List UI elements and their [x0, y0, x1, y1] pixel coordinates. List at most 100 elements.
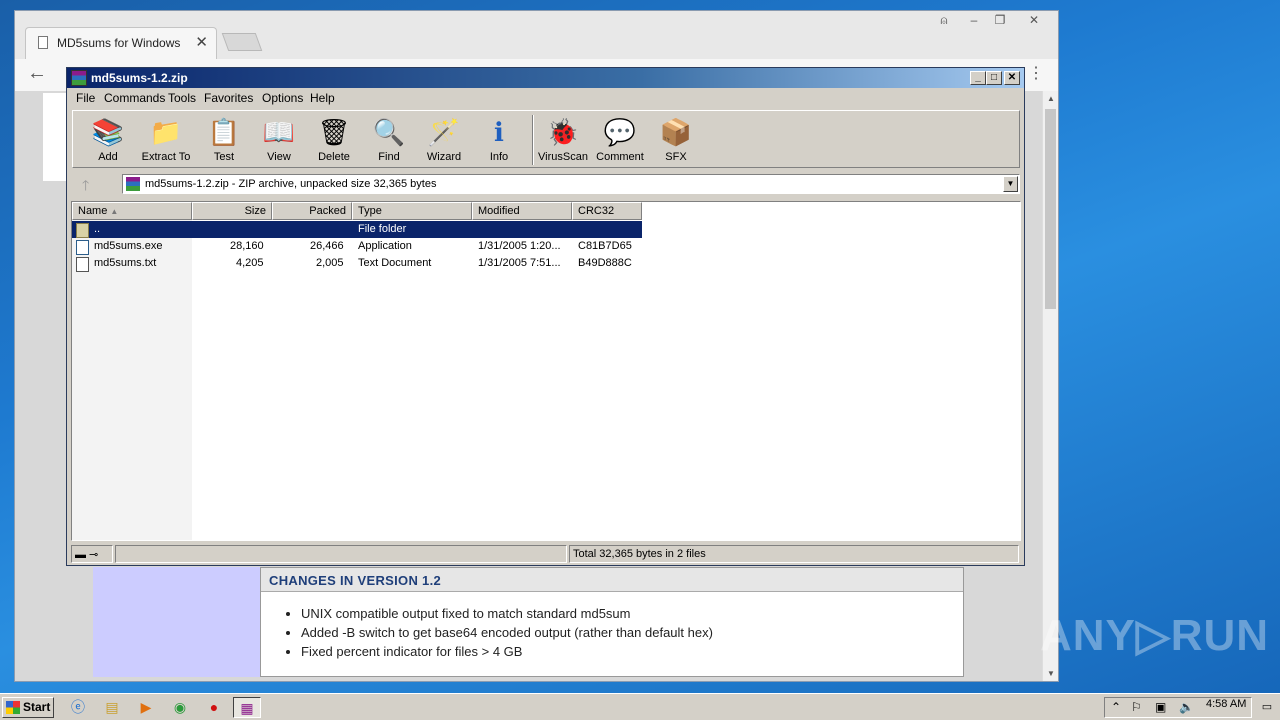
package-icon: 📦	[659, 117, 693, 147]
col-name-label: Name	[78, 205, 108, 217]
changes-section: CHANGES IN VERSION 1.2 UNIX compatible o…	[260, 567, 964, 677]
network-icon[interactable]: ▣	[1155, 700, 1166, 714]
test-button[interactable]: 📋 Test	[194, 115, 254, 163]
extract-to-button[interactable]: 📁 Extract To	[136, 115, 196, 163]
wizard-button[interactable]: 🪄 Wizard	[414, 115, 474, 163]
list-item: UNIX compatible output fixed to match st…	[301, 604, 963, 623]
col-size[interactable]: Size	[192, 202, 272, 220]
row-modified: 1/31/2005 1:20...	[478, 240, 561, 252]
book-icon: 📖	[262, 117, 296, 147]
winrar-taskbar-icon[interactable]: ▦	[233, 697, 261, 718]
status-drive-icon[interactable]: ▬ ⊸	[71, 545, 113, 563]
scroll-down-icon[interactable]: ▼	[1047, 669, 1055, 678]
view-label: View	[267, 151, 291, 163]
tray-expand-icon[interactable]: ⌃	[1111, 700, 1121, 714]
restore-button[interactable]: ❐	[987, 13, 1013, 27]
comment-label: Comment	[596, 151, 644, 163]
maximize-button[interactable]: □	[986, 71, 1002, 85]
changes-list: UNIX compatible output fixed to match st…	[301, 604, 963, 661]
virusscan-button[interactable]: 🐞 VirusScan	[533, 115, 593, 163]
new-tab-button[interactable]	[221, 33, 263, 51]
table-row[interactable]: md5sums.txt 4,205 2,005 Text Document 1/…	[72, 255, 642, 272]
volume-icon[interactable]: 🔈	[1179, 700, 1194, 714]
row-crc: B49D888C	[578, 257, 632, 269]
winrar-title: md5sums-1.2.zip	[91, 71, 188, 85]
status-left	[115, 545, 567, 563]
explorer-folder-icon[interactable]: ▤	[98, 697, 126, 718]
view-button[interactable]: 📖 View	[249, 115, 309, 163]
archive-path-combo[interactable]: md5sums-1.2.zip - ZIP archive, unpacked …	[122, 174, 1020, 194]
address-bar: 🡑 md5sums-1.2.zip - ZIP archive, unpacke…	[72, 172, 1020, 196]
archive-icon	[126, 177, 140, 191]
comment-button[interactable]: 💬 Comment	[590, 115, 650, 163]
find-button[interactable]: 🔍 Find	[359, 115, 419, 163]
extract-to-label: Extract To	[141, 151, 191, 163]
row-name: ..	[94, 223, 101, 235]
row-type: Text Document	[358, 257, 432, 269]
internet-explorer-icon[interactable]: ⓔ	[64, 697, 92, 718]
col-crc32[interactable]: CRC32	[572, 202, 642, 220]
toolbar: 📚 Add 📁 Extract To 📋 Test 📖 View 🗑 Delet…	[72, 110, 1020, 168]
back-arrow-icon[interactable]: ←	[27, 62, 47, 85]
test-label: Test	[213, 151, 235, 163]
browser-menu-icon[interactable]: ⋮	[1028, 63, 1044, 83]
media-player-icon[interactable]: ▶	[132, 697, 160, 718]
add-label: Add	[98, 151, 118, 163]
col-modified[interactable]: Modified	[472, 202, 572, 220]
find-label: Find	[378, 151, 400, 163]
chrome-icon[interactable]: ◉	[166, 697, 194, 718]
col-name[interactable]: Name ▲	[72, 202, 192, 220]
col-type[interactable]: Type	[352, 202, 472, 220]
info-button[interactable]: ℹ Info	[469, 115, 529, 163]
profile-icon[interactable]: ⍝	[931, 13, 957, 28]
scroll-up-icon[interactable]: ▲	[1047, 94, 1055, 103]
close-button[interactable]: ✕	[1021, 13, 1047, 27]
show-desktop-icon[interactable]: ▭	[1258, 697, 1276, 718]
menu-options[interactable]: Options	[262, 91, 303, 105]
delete-button[interactable]: 🗑 Delete	[304, 115, 364, 163]
page-scrollbar[interactable]: ▲ ▼	[1042, 91, 1058, 681]
clock[interactable]: 4:58 AM	[1206, 698, 1246, 710]
anyrun-watermark: ANY▷RUN	[1040, 611, 1270, 660]
menu-bar: File Commands Tools Favorites Options He…	[67, 88, 1024, 108]
start-label: Start	[23, 700, 51, 714]
table-row[interactable]: md5sums.exe 28,160 26,466 Application 1/…	[72, 238, 642, 255]
row-size: 28,160	[230, 240, 264, 252]
winrar-titlebar[interactable]: md5sums-1.2.zip _ □ ✕	[67, 68, 1024, 88]
magnifier-icon: 🔍	[372, 117, 406, 147]
folder-icon: 📁	[149, 117, 183, 147]
dropdown-arrow-icon[interactable]: ▼	[1003, 176, 1018, 192]
add-button[interactable]: 📚 Add	[78, 115, 138, 163]
page-sidebar	[93, 567, 260, 677]
col-packed[interactable]: Packed	[272, 202, 352, 220]
folder-up-icon	[76, 223, 89, 238]
row-packed: 26,466	[310, 240, 344, 252]
tab-close-icon[interactable]: ✕	[195, 33, 208, 51]
sfx-button[interactable]: 📦 SFX	[646, 115, 706, 163]
close-button[interactable]: ✕	[1004, 71, 1020, 85]
books-icon: 📚	[91, 117, 125, 147]
file-list: Name ▲ Size Packed Type Modified CRC32 .…	[71, 201, 1021, 541]
info-label: Info	[489, 151, 509, 163]
opera-icon[interactable]: ●	[200, 697, 228, 718]
menu-favorites[interactable]: Favorites	[204, 91, 253, 105]
browser-tab[interactable]: MD5sums for Windows ✕	[25, 27, 217, 59]
action-center-flag-icon[interactable]: ⚐	[1131, 700, 1142, 714]
minimize-button[interactable]: _	[970, 71, 986, 85]
menu-file[interactable]: File	[76, 91, 95, 105]
virusscan-label: VirusScan	[538, 151, 588, 163]
windows-logo-icon	[6, 701, 20, 714]
clipboard-check-icon: 📋	[207, 117, 241, 147]
status-total: Total 32,365 bytes in 2 files	[569, 545, 1019, 563]
document-icon	[38, 36, 48, 49]
menu-help[interactable]: Help	[310, 91, 335, 105]
menu-tools[interactable]: Tools	[168, 91, 196, 105]
start-button[interactable]: Start	[2, 697, 54, 718]
menu-commands[interactable]: Commands	[104, 91, 165, 105]
wizard-label: Wizard	[426, 151, 462, 163]
row-size: 4,205	[236, 257, 264, 269]
up-arrow-icon[interactable]: 🡑	[82, 175, 89, 199]
table-row[interactable]: .. File folder	[72, 221, 642, 238]
minimize-button[interactable]: –	[961, 13, 987, 27]
scroll-thumb[interactable]	[1045, 109, 1056, 309]
